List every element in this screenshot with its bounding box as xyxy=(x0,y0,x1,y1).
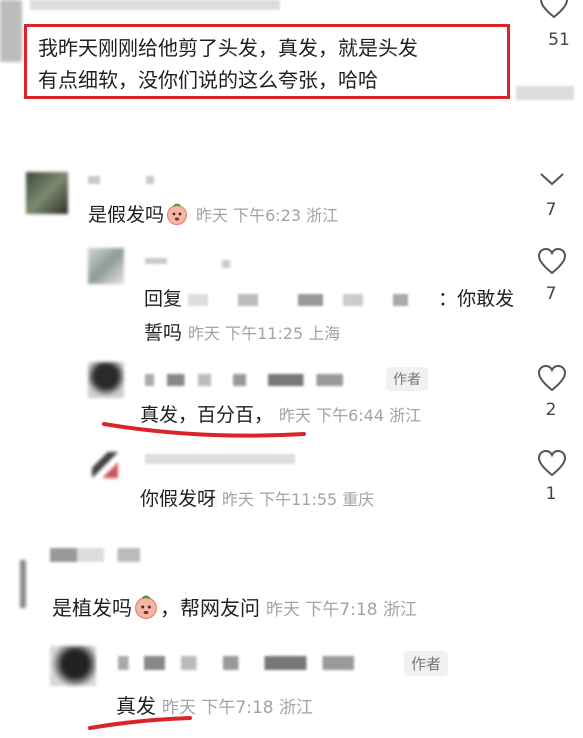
username-blurred xyxy=(118,656,380,670)
heart-icon[interactable] xyxy=(537,365,567,393)
heart-icon[interactable] xyxy=(537,248,567,276)
reply-body: 你假发呀 xyxy=(140,488,217,510)
avatar[interactable] xyxy=(20,560,26,608)
reply-meta: 昨天 下午11:55 重庆 xyxy=(222,490,375,509)
top-comment-line2: 有点细软，没你们说的这么夸张，哈哈 xyxy=(38,68,378,92)
comment-body: 是植发吗 xyxy=(52,596,132,620)
comment-meta: 昨天 下午6:23 浙江 xyxy=(196,206,339,225)
red-underline xyxy=(88,716,192,730)
emoji-face-icon xyxy=(135,595,157,619)
top-avatar[interactable] xyxy=(0,0,22,62)
username-blurred xyxy=(88,176,100,184)
side-blur xyxy=(516,86,574,100)
avatar[interactable] xyxy=(50,646,96,686)
comment-body: 是假发吗 xyxy=(88,204,165,226)
author-badge: 作者 xyxy=(404,651,449,676)
username-blurred xyxy=(146,176,154,184)
reply-tail: ：你敢发 xyxy=(438,288,515,310)
top-comment-line1: 我昨天刚刚给他剪了头发，真发，就是头发 xyxy=(38,36,418,60)
like-count: 2 xyxy=(545,400,557,420)
heart-icon[interactable] xyxy=(539,0,569,20)
username-blurred xyxy=(145,374,365,386)
author-badge: 作者 xyxy=(386,367,428,391)
reply-text: 你假发呀 昨天 下午11:55 重庆 xyxy=(140,484,374,511)
like-count: 7 xyxy=(545,284,557,304)
avatar[interactable] xyxy=(26,172,68,214)
username-blurred xyxy=(222,260,230,268)
red-underline xyxy=(102,422,306,438)
comment-text: 是植发吗 ，帮网友问 昨天 下午7:18 浙江 xyxy=(52,592,417,621)
avatar[interactable] xyxy=(88,248,124,284)
like-count: 1 xyxy=(545,484,557,504)
like-count: 51 xyxy=(548,30,570,50)
mention-blurred xyxy=(188,293,439,306)
emoji-face-icon xyxy=(167,203,188,225)
like-count: 7 xyxy=(545,200,557,220)
avatar[interactable] xyxy=(92,452,118,478)
top-username-blurred xyxy=(30,0,280,10)
heart-icon[interactable] xyxy=(537,450,567,478)
reply-text-line1: 回复 ：你敢发 xyxy=(144,284,514,311)
comment-meta: 昨天 下午7:18 浙江 xyxy=(266,600,417,620)
comment-text: 是假发吗 昨天 下午6:23 浙江 xyxy=(88,200,338,227)
username-blurred xyxy=(145,258,167,264)
avatar[interactable] xyxy=(88,362,124,398)
username-blurred xyxy=(50,548,140,562)
chevron-down-icon[interactable] xyxy=(537,170,567,188)
reply-meta: 昨天 下午11:25 上海 xyxy=(188,324,341,343)
reply-prefix: 回复 xyxy=(144,288,183,310)
comment-tail: ，帮网友问 xyxy=(160,596,260,620)
reply-text-line2: 誓吗 昨天 下午11:25 上海 xyxy=(144,318,340,345)
reply-body: 誓吗 xyxy=(144,322,183,344)
username-blurred xyxy=(145,454,295,464)
